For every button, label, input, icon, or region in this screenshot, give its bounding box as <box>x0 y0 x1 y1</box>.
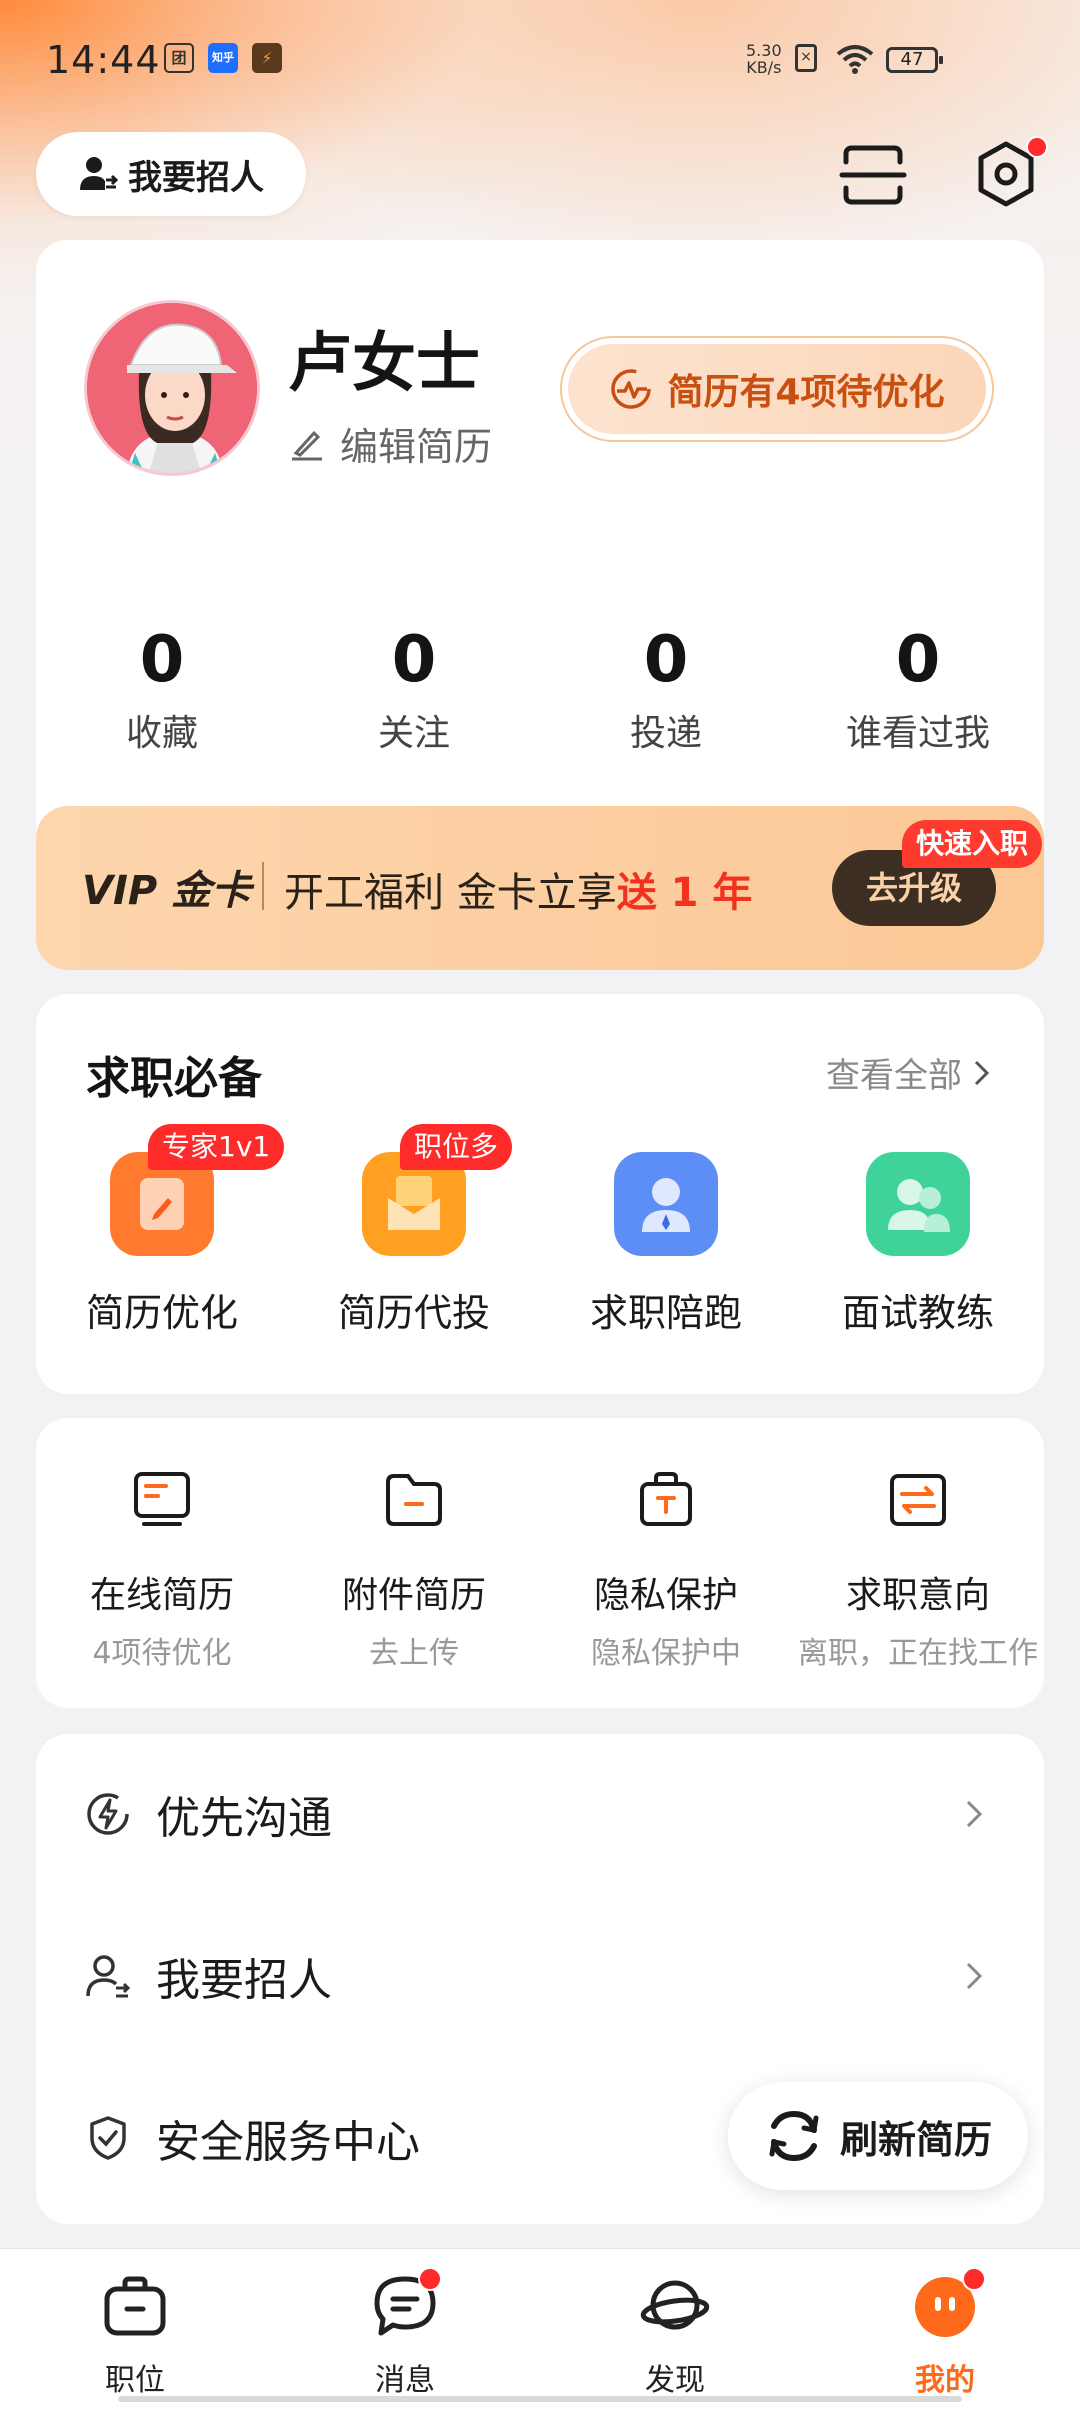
user-name: 卢女士 <box>288 327 480 401</box>
lightning-circle-icon <box>87 1793 129 1835</box>
job-essentials-card: 求职必备 查看全部 专家1v1 简历优化 职位多 简历代投 求职陪跑 面试教练 <box>36 994 1044 1394</box>
stat-viewers[interactable]: 0 谁看过我 <box>792 620 1044 756</box>
chevron-right-icon <box>974 1060 990 1085</box>
chevron-right-icon <box>966 1800 983 1828</box>
person-switch-icon <box>80 157 118 190</box>
stat-favorites[interactable]: 0 收藏 <box>36 620 288 756</box>
flash-notification-icon: ⚡ <box>252 43 282 73</box>
settings-notification-dot <box>1026 136 1048 158</box>
recruit-row[interactable]: 我要招人 <box>36 1896 1044 2056</box>
resume-optimize-label: 简历有4项待优化 <box>667 372 945 413</box>
resume-optimize-button[interactable]: 简历有4项待优化 <box>560 336 994 442</box>
priority-chat-row[interactable]: 优先沟通 <box>36 1734 1044 1894</box>
vip-logo: VIP 金卡 <box>82 868 252 914</box>
job-coaching-service[interactable]: 求职陪跑 <box>540 1152 792 1337</box>
sim-icon: × <box>795 44 817 72</box>
avatar[interactable] <box>84 300 260 476</box>
wifi-icon <box>836 45 874 74</box>
home-indicator <box>118 2396 962 2402</box>
profile-card: 卢女士 编辑简历 简历有4项待优化 0 收藏 0 关注 0 投递 0 谁看过我 … <box>36 240 1044 970</box>
shield-icon <box>90 2116 126 2160</box>
transfer-icon <box>890 1474 946 1526</box>
briefcase-icon <box>104 2276 166 2336</box>
resume-tools-card: 在线简历 4项待优化 附件简历 去上传 隐私保护 隐私保护中 求职意向 离职，正… <box>36 1418 1044 1708</box>
vip-promo: 开工福利 金卡立享送 1 年 <box>284 870 753 916</box>
refresh-resume-label: 刷新简历 <box>839 2117 992 2162</box>
section-title: 求职必备 <box>86 1053 262 1104</box>
expert-badge: 专家1v1 <box>148 1124 285 1170</box>
settings-button[interactable] <box>968 136 1048 212</box>
vip-banner[interactable]: VIP 金卡 开工福利 金卡立享送 1 年 去升级 快速入职 <box>36 806 1044 970</box>
edit-resume-label: 编辑简历 <box>340 425 493 469</box>
battery-indicator: 47 <box>886 47 943 73</box>
tab-jobs[interactable]: 职位 <box>0 2249 270 2409</box>
tab-me[interactable]: 我的 <box>810 2249 1080 2409</box>
many-jobs-badge: 职位多 <box>400 1124 513 1170</box>
bottom-tab-bar: 职位 消息 发现 我的 <box>0 2248 1080 2409</box>
see-all-link[interactable]: 查看全部 <box>826 1048 992 1097</box>
status-bar: 14:44 团 知乎 ⚡ 5.30 KB/s × 47 <box>0 0 1080 120</box>
stat-applications[interactable]: 0 投递 <box>540 620 792 756</box>
recruit-switch-label: 我要招人 <box>128 157 264 198</box>
lock-bag-icon <box>640 1472 692 1526</box>
interview-coach-service[interactable]: 面试教练 <box>792 1152 1044 1337</box>
planet-icon <box>640 2280 710 2330</box>
attachment-resume-item[interactable]: 附件简历 去上传 <box>294 1468 534 1672</box>
recruit-switch-button[interactable]: 我要招人 <box>36 132 306 216</box>
resume-optimize-service[interactable]: 专家1v1 简历优化 <box>36 1124 288 1337</box>
person-icon <box>614 1152 718 1256</box>
avatar-illustration <box>87 303 257 473</box>
tab-discover[interactable]: 发现 <box>540 2249 810 2409</box>
pulse-icon <box>611 369 652 409</box>
pen-icon <box>292 430 322 460</box>
monitor-resume-icon <box>134 1472 190 1526</box>
folder-icon <box>386 1474 442 1526</box>
stats-row: 0 收藏 0 关注 0 投递 0 谁看过我 <box>36 620 1044 756</box>
edit-resume-link[interactable]: 编辑简历 <box>288 416 492 471</box>
people-icon <box>866 1152 970 1256</box>
vip-divider <box>262 862 264 910</box>
zhihu-notification-icon: 知乎 <box>208 43 238 73</box>
messages-notification-dot <box>418 2267 442 2291</box>
refresh-resume-button[interactable]: 刷新简历 <box>728 2082 1028 2190</box>
person-switch-icon <box>86 1955 131 1998</box>
privacy-protection-item[interactable]: 隐私保护 隐私保护中 <box>546 1468 786 1672</box>
job-intention-item[interactable]: 求职意向 离职，正在找工作 <box>798 1468 1038 1672</box>
me-notification-dot <box>962 2267 986 2291</box>
stat-following[interactable]: 0 关注 <box>288 620 540 756</box>
fast-hire-badge: 快速入职 <box>902 820 1043 868</box>
net-speed: 5.30 KB/s <box>746 41 782 77</box>
tab-messages[interactable]: 消息 <box>270 2249 540 2409</box>
app-notification-icon: 团 <box>164 43 194 73</box>
scan-icon[interactable] <box>838 140 908 210</box>
chevron-right-icon <box>966 1962 983 1990</box>
status-time: 14:44 <box>46 38 161 82</box>
refresh-icon <box>769 2110 819 2162</box>
online-resume-item[interactable]: 在线简历 4项待优化 <box>42 1468 282 1672</box>
resume-delivery-service[interactable]: 职位多 简历代投 <box>288 1124 540 1337</box>
